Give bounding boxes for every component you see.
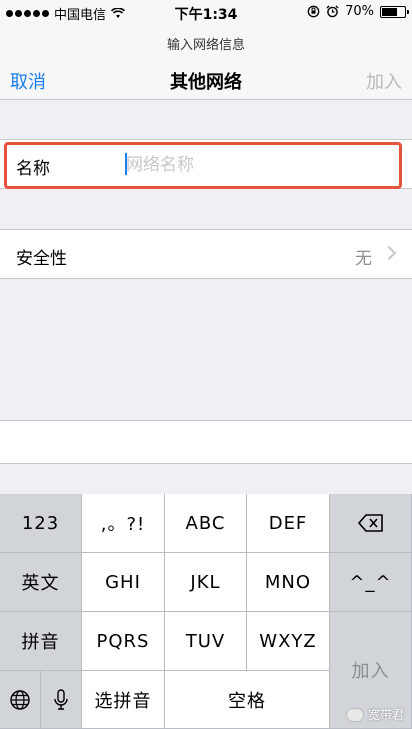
- key-jkl[interactable]: JKL: [165, 553, 247, 612]
- nav-prompt: 输入网络信息: [166, 38, 245, 53]
- space-key[interactable]: 空格: [165, 671, 330, 729]
- microphone-icon: [54, 688, 68, 710]
- highlight-box: [4, 142, 402, 189]
- key-select-pinyin[interactable]: 选拼音: [82, 671, 165, 729]
- key-punctuation[interactable]: ,。?!: [82, 494, 165, 553]
- status-right: 70%: [307, 4, 409, 19]
- wechat-icon: [345, 707, 364, 722]
- keyboard: 123 ,。?! ABC DEF 英文 GHI JKL MNO ^_^ 拼音 P…: [0, 494, 412, 729]
- dictation-key[interactable]: [41, 671, 82, 729]
- delete-key[interactable]: [330, 494, 412, 553]
- chevron-right-icon: [381, 245, 397, 261]
- page-title: 其他网络: [170, 72, 242, 93]
- watermark-text: 宽带君: [367, 708, 404, 722]
- join-button[interactable]: 加入: [366, 68, 402, 94]
- key-pqrs[interactable]: PQRS: [82, 612, 165, 671]
- key-def[interactable]: DEF: [247, 494, 330, 553]
- security-row[interactable]: 安全性 无: [0, 229, 412, 279]
- battery-icon: [380, 5, 409, 18]
- battery-fill: [382, 7, 398, 16]
- security-label: 安全性: [16, 249, 67, 269]
- key-tuv[interactable]: TUV: [165, 612, 247, 671]
- key-pinyin[interactable]: 拼音: [0, 612, 82, 671]
- globe-icon: [10, 689, 30, 710]
- watermark: 宽带君: [345, 706, 404, 723]
- status-bar: 中国电信 下午1:34 70%: [0, 0, 412, 24]
- globe-key[interactable]: [0, 671, 41, 729]
- alarm-icon: [326, 5, 339, 18]
- backspace-icon: [357, 514, 383, 532]
- key-mno[interactable]: MNO: [247, 553, 330, 612]
- key-wxyz[interactable]: WXYZ: [247, 612, 330, 671]
- security-value: 无: [355, 249, 372, 269]
- blank-row: [0, 420, 412, 464]
- battery-percent: 70%: [345, 4, 374, 19]
- key-123[interactable]: 123: [0, 494, 82, 553]
- navigation-bar: 输入网络信息 取消 其他网络 加入: [0, 24, 412, 100]
- key-abc[interactable]: ABC: [165, 494, 247, 553]
- key-english[interactable]: 英文: [0, 553, 82, 612]
- key-emoticon[interactable]: ^_^: [330, 553, 412, 612]
- key-ghi[interactable]: GHI: [82, 553, 165, 612]
- rotation-lock-icon: [307, 5, 320, 18]
